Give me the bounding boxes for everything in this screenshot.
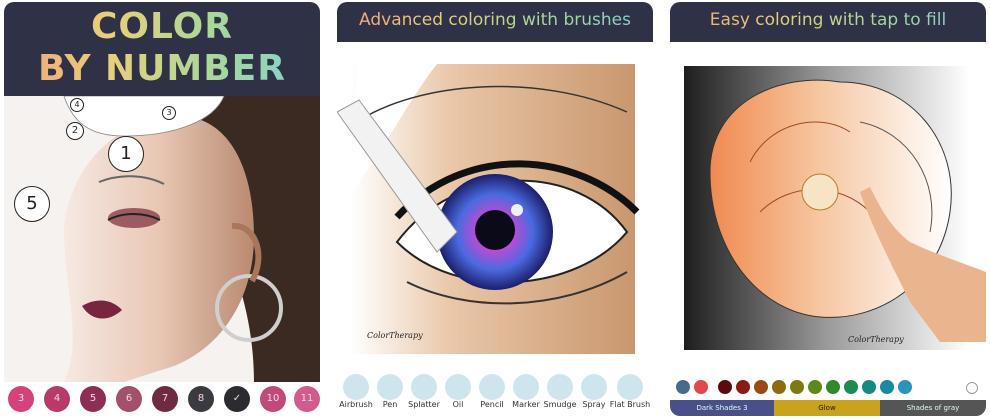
palette-presets: Dark Shades 3 Glow Shades of gray bbox=[670, 400, 986, 416]
screenshot-brushes: Advanced coloring with brushes ColorTher… bbox=[337, 2, 653, 416]
artist-signature: ColorTherapy bbox=[367, 331, 423, 340]
swatch-selected[interactable]: ✓ bbox=[224, 386, 250, 412]
screenshot-color-by-number: COLOR BY NUMBER 4 2 3 1 5 3 4 5 6 7 8 ✓ … bbox=[4, 2, 320, 416]
palette-color[interactable] bbox=[826, 380, 840, 394]
color-palette bbox=[670, 374, 986, 398]
swatch[interactable]: 3 bbox=[8, 386, 34, 412]
palette-color[interactable] bbox=[880, 380, 894, 394]
marker-icon bbox=[513, 374, 539, 400]
swatch[interactable]: 7 bbox=[152, 386, 178, 412]
spray-icon bbox=[581, 374, 607, 400]
number-callout[interactable]: 3 bbox=[162, 106, 176, 120]
palette-color[interactable] bbox=[736, 380, 750, 394]
palette-color[interactable] bbox=[718, 380, 732, 394]
brush-toolbar: Airbrush Pen Splatter Oil Pencil Marker … bbox=[337, 374, 653, 416]
number-callout[interactable]: 1 bbox=[108, 136, 144, 172]
oil-brush-icon bbox=[445, 374, 471, 400]
panel-title: Advanced coloring with brushes bbox=[337, 10, 653, 30]
tool-spray[interactable]: Spray bbox=[577, 374, 611, 409]
screenshot-tap-to-fill: Easy coloring with tap to fill ColorTher… bbox=[670, 2, 986, 416]
pencil-icon bbox=[479, 374, 505, 400]
number-callout[interactable]: 4 bbox=[70, 98, 84, 112]
palette-color[interactable] bbox=[772, 380, 786, 394]
splatter-icon bbox=[411, 374, 437, 400]
number-callout[interactable]: 2 bbox=[66, 122, 84, 140]
swatch[interactable]: 11 bbox=[294, 386, 320, 412]
swatch[interactable]: 5 bbox=[80, 386, 106, 412]
header-banner: Advanced coloring with brushes bbox=[337, 2, 653, 42]
title-line-2: BY NUMBER bbox=[4, 48, 320, 89]
flower-artwork[interactable]: ColorTherapy bbox=[670, 42, 986, 374]
palette-color[interactable] bbox=[862, 380, 876, 394]
header-banner: COLOR BY NUMBER bbox=[4, 2, 320, 96]
history-icon[interactable] bbox=[966, 382, 978, 394]
palette-color[interactable] bbox=[844, 380, 858, 394]
pen-icon bbox=[377, 374, 403, 400]
palette-color[interactable] bbox=[808, 380, 822, 394]
swatch[interactable]: 4 bbox=[44, 386, 70, 412]
airbrush-icon bbox=[343, 374, 369, 400]
number-callout[interactable]: 5 bbox=[14, 186, 50, 222]
palette-color[interactable] bbox=[790, 380, 804, 394]
swatch[interactable]: 8 bbox=[188, 386, 214, 412]
fill-bucket-icon[interactable] bbox=[676, 380, 690, 394]
preset-glow[interactable]: Glow bbox=[774, 400, 880, 416]
eraser-icon[interactable] bbox=[694, 380, 708, 394]
swatch[interactable]: 10 bbox=[260, 386, 286, 412]
smudge-icon bbox=[547, 374, 573, 400]
tool-flat-brush[interactable]: Flat Brush bbox=[610, 374, 650, 409]
panel-title: Easy coloring with tap to fill bbox=[670, 10, 986, 30]
flat-brush-icon bbox=[617, 374, 643, 400]
number-swatch-bar: 3 4 5 6 7 8 ✓ 10 11 bbox=[4, 382, 320, 416]
preset-shades-of-gray[interactable]: Shades of gray bbox=[880, 400, 986, 416]
header-banner: Easy coloring with tap to fill bbox=[670, 2, 986, 42]
palette-color[interactable] bbox=[754, 380, 768, 394]
eye-artwork[interactable]: ColorTherapy bbox=[337, 42, 653, 374]
portrait-artwork[interactable] bbox=[4, 96, 320, 382]
palette-color[interactable] bbox=[898, 380, 912, 394]
artist-signature: ColorTherapy bbox=[848, 335, 904, 344]
preset-dark-shades[interactable]: Dark Shades 3 bbox=[670, 400, 774, 416]
title-line-1: COLOR bbox=[4, 6, 320, 47]
swatch[interactable]: 6 bbox=[116, 386, 142, 412]
